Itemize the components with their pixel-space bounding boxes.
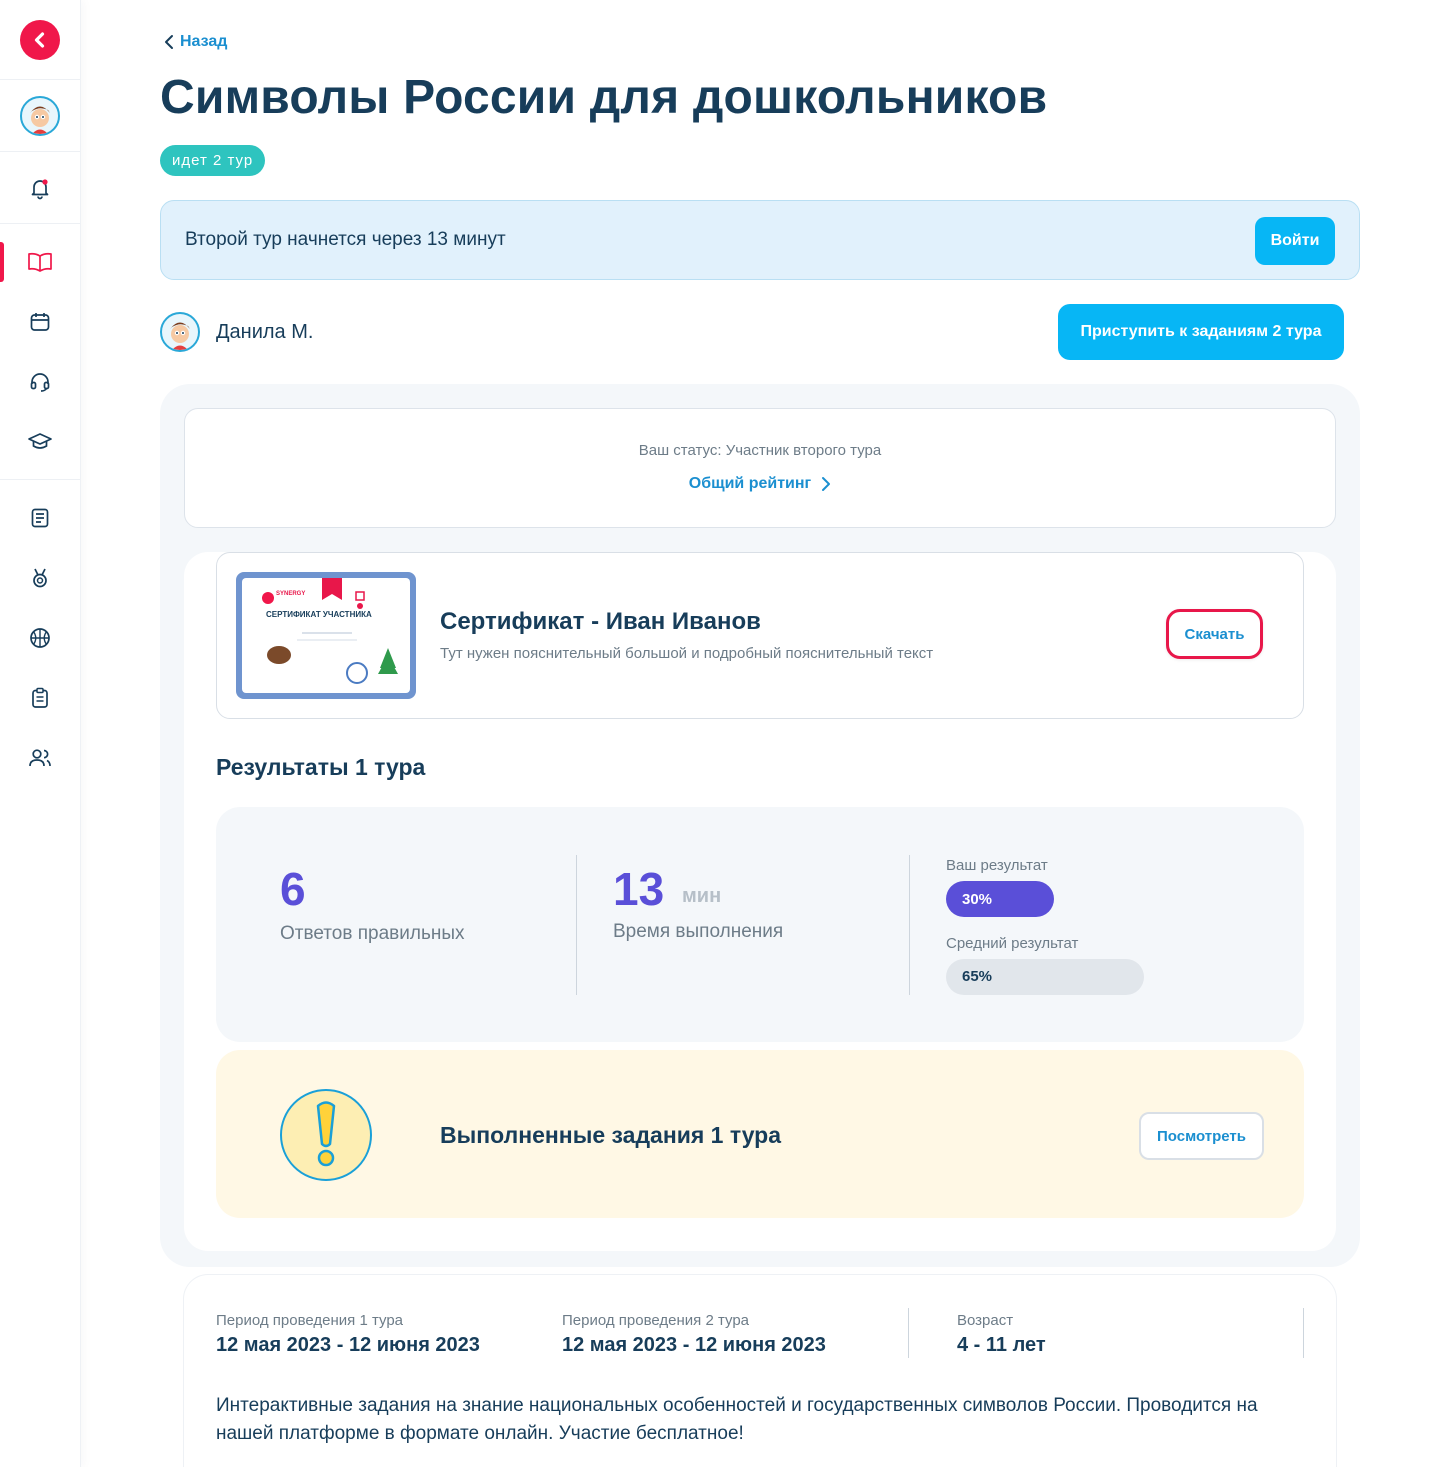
notebook-icon[interactable]: [27, 505, 53, 531]
age-value: 4 - 11 лет: [957, 1334, 1046, 1356]
chevron-right-icon: [822, 477, 831, 491]
status-text: Ваш статус: Участник второго тура: [638, 442, 882, 459]
rating-link-label: Общий рейтинг: [688, 475, 812, 492]
time-value: 13: [613, 863, 665, 915]
back-link[interactable]: Назад: [164, 33, 227, 51]
rating-link[interactable]: Общий рейтинг: [185, 475, 1335, 493]
stat-divider: [576, 855, 577, 995]
sidebar-divider: [0, 223, 80, 224]
your-result-fill: 30%: [946, 881, 1054, 917]
time-unit: мин: [682, 885, 722, 907]
your-result-bar: 30%: [946, 881, 1054, 917]
sidebar-divider: [0, 151, 80, 152]
stat-divider: [909, 855, 910, 995]
user-avatar: [160, 312, 200, 352]
completed-tasks-title: Выполненные задания 1 тура: [440, 1122, 782, 1148]
results-title: Результаты 1 тура: [216, 754, 426, 780]
view-button[interactable]: Посмотреть: [1139, 1112, 1264, 1160]
certificate-description: Тут нужен пояснительный большой и подроб…: [440, 645, 934, 662]
bell-icon[interactable]: [27, 175, 53, 201]
avg-result-label: Средний результат: [946, 935, 1079, 952]
avg-result-bar: 65%: [946, 959, 1144, 995]
your-result-label: Ваш результат: [946, 857, 1048, 874]
your-result-value: 30%: [962, 890, 993, 908]
completed-tasks-card: Выполненные задания 1 тура Посмотреть: [216, 1050, 1304, 1218]
avg-result-value: 65%: [962, 968, 993, 985]
certificate-thumb-brand: SYNERGY: [276, 591, 306, 597]
period1-value: 12 мая 2023 - 12 июня 2023: [216, 1334, 480, 1356]
correct-answers-label: Ответов правильных: [280, 923, 465, 944]
olympiad-description: Интерактивные задания на знание национал…: [216, 1395, 1258, 1444]
start-tasks-button[interactable]: Приступить к заданиям 2 тура: [1058, 304, 1344, 360]
status-card: Ваш статус: Участник второго тура Общий …: [184, 408, 1336, 528]
sidebar-divider: [0, 479, 80, 480]
users-icon[interactable]: [27, 745, 53, 771]
certificate-title: Сертификат - Иван Иванов: [440, 608, 761, 635]
page-title: Символы России для дошкольников: [160, 71, 1048, 124]
period1-label: Период проведения 1 тура: [216, 1312, 404, 1329]
avatar[interactable]: [20, 96, 60, 136]
info-divider: [1303, 1308, 1304, 1358]
certificate-thumbnail[interactable]: SYNERGY СЕРТИФИКАТ УЧАСТНИКА: [236, 572, 416, 699]
period2-label: Период проведения 2 тура: [562, 1312, 750, 1329]
calendar-icon[interactable]: [27, 309, 53, 335]
clipboard-icon[interactable]: [27, 685, 53, 711]
age-label: Возраст: [957, 1312, 1014, 1329]
active-indicator: [0, 242, 4, 282]
sidebar-divider: [0, 79, 80, 80]
info-divider: [908, 1308, 909, 1358]
back-icon[interactable]: [20, 20, 60, 60]
basketball-icon[interactable]: [27, 625, 53, 651]
back-label: Назад: [180, 33, 228, 50]
sidebar: [0, 0, 81, 1467]
headset-icon[interactable]: [27, 369, 53, 395]
period2-value: 12 мая 2023 - 12 июня 2023: [562, 1334, 826, 1356]
exclamation-icon: [280, 1089, 372, 1181]
download-button[interactable]: Скачать: [1166, 609, 1263, 659]
stats-panel: 6 Ответов правильных 13 мин Время выполн…: [216, 807, 1304, 1042]
chevron-left-icon: [165, 35, 173, 49]
book-icon[interactable]: [27, 249, 53, 275]
correct-answers-value: 6: [280, 863, 306, 915]
time-label: Время выполнения: [613, 921, 784, 942]
enter-button[interactable]: Войти: [1255, 217, 1335, 265]
medal-icon[interactable]: [27, 565, 53, 591]
tour-notice: Второй тур начнется через 13 минут Войти: [160, 200, 1360, 280]
certificate-thumb-heading: СЕРТИФИКАТ УЧАСТНИКА: [266, 610, 372, 619]
status-badge: идет 2 тур: [160, 145, 266, 176]
user-name: Данила М.: [216, 321, 314, 343]
graduation-cap-icon[interactable]: [27, 429, 53, 455]
notice-text: Второй тур начнется через 13 минут: [185, 229, 506, 250]
